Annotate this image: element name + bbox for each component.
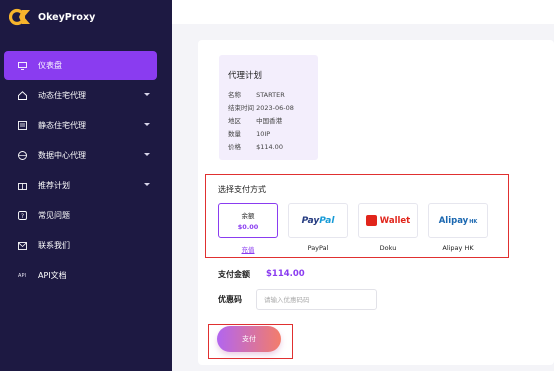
sidebar-item-label: 静态住宅代理 [38,121,86,130]
home-icon [17,91,27,101]
globe-icon [17,151,27,161]
plan-row-price: 价格 $114.00 [228,141,283,151]
plan-key: 结束时间 [228,104,254,112]
sidebar-item-label: 常见问题 [38,211,70,220]
balance-label: 余额 [241,212,255,220]
payment-method-balance[interactable]: 余额 $0.00 [218,203,278,238]
amount-label: 支付金额 [218,270,250,279]
plan-key: 名称 [228,91,241,99]
plan-value: $114.00 [256,143,283,151]
chevron-down-icon [144,123,150,126]
paypal-caption: PayPal [307,244,329,252]
sidebar: OkeyProxy 仪表盘 动态住宅代理 静态住宅代理 数据中心代理 推荐计划 … [0,0,172,371]
plan-value: 中国香港 [256,117,283,125]
plan-key: 数量 [228,130,241,138]
payment-method-paypal[interactable]: PayPal [288,203,348,238]
chevron-down-icon [144,93,150,96]
sidebar-item-label: API文档 [38,271,67,280]
payment-method-doku[interactable]: Wallet [358,203,418,238]
sidebar-item-label: 仪表盘 [38,61,62,70]
balance-amount: $0.00 [237,223,259,231]
api-icon: API [18,272,26,279]
plan-row-end-time: 结束时间 2023-06-08 [228,102,294,112]
coupon-input[interactable] [256,289,377,310]
chevron-down-icon [144,183,150,186]
plan-key: 地区 [228,117,241,125]
plan-summary: 代理计划 名称 STARTER 结束时间 2023-06-08 地区 中国香港 … [219,55,318,160]
sidebar-item-referral[interactable]: 推荐计划 [4,171,157,200]
payment-method-title: 选择支付方式 [218,185,266,194]
plan-value: STARTER [256,91,285,99]
doku-wallet-icon: Wallet [365,215,410,226]
sidebar-item-dynamic-residential[interactable]: 动态住宅代理 [4,81,157,110]
question-icon: ? [17,211,27,221]
amount-value: $114.00 [266,269,305,279]
alipay-hk-logo: AlipayHK [438,215,478,226]
sidebar-item-static-residential[interactable]: 静态住宅代理 [4,111,157,140]
plan-key: 价格 [228,143,241,151]
alipay-hk-caption: Alipay HK [442,244,474,252]
svg-text:?: ? [20,213,23,220]
sidebar-item-label: 推荐计划 [38,181,70,190]
sidebar-item-label: 联系我们 [38,241,70,250]
chevron-down-icon [144,153,150,156]
coupon-label: 优惠码 [218,295,242,304]
sidebar-item-label: 数据中心代理 [38,151,86,160]
plan-row-name: 名称 STARTER [228,89,285,99]
plan-row-region: 地区 中国香港 [228,115,282,125]
okeyproxy-logo-icon [8,8,31,26]
sidebar-item-contact[interactable]: 联系我们 [4,231,157,260]
sidebar-item-dashboard[interactable]: 仪表盘 [4,51,157,80]
brand-name: OkeyProxy [38,11,96,23]
top-bar [172,0,554,24]
recharge-link[interactable]: 充值 [218,244,278,254]
mail-icon [17,241,27,251]
sidebar-item-label: 动态住宅代理 [38,91,86,100]
plan-value: 10IP [256,130,271,138]
doku-caption: Doku [379,244,397,252]
plan-title: 代理计划 [228,71,263,81]
brand-logo[interactable]: OkeyProxy [8,8,96,26]
sidebar-item-api-docs[interactable]: API API文档 [4,261,157,290]
monitor-icon [17,61,27,71]
list-icon [17,121,27,131]
pay-button[interactable]: 支付 [217,326,281,352]
paypal-logo: PayPal [301,215,335,226]
plan-value: 2023-06-08 [256,104,294,112]
gift-icon [17,181,27,191]
sidebar-item-datacenter[interactable]: 数据中心代理 [4,141,157,170]
sidebar-item-faq[interactable]: ? 常见问题 [4,201,157,230]
sidebar-nav: 仪表盘 动态住宅代理 静态住宅代理 数据中心代理 推荐计划 ? 常见问题 联系我… [4,51,157,291]
payment-method-alipay-hk[interactable]: AlipayHK [428,203,488,238]
plan-row-quantity: 数量 10IP [228,128,270,138]
